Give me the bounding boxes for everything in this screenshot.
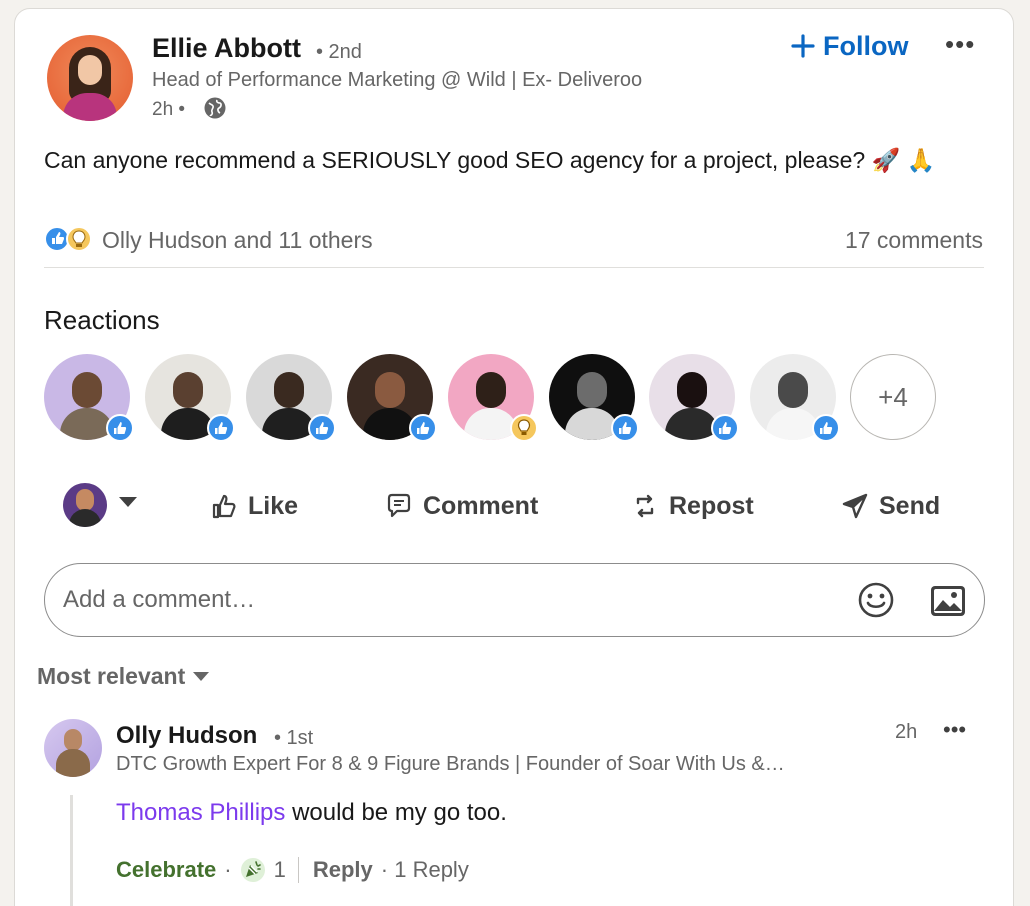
send-icon (842, 493, 868, 519)
actor-avatar[interactable] (63, 483, 107, 527)
reactor-6-avatar[interactable] (549, 354, 639, 442)
reply-button[interactable]: Reply (313, 857, 373, 883)
post-card: Ellie Abbott • 2nd Head of Performance M… (14, 8, 1014, 906)
comment-actions: Celebrate · 1 Reply · 1 Reply (116, 855, 469, 885)
reactions-summary-text[interactable]: Olly Hudson and 11 others (102, 227, 373, 254)
more-reactors-button[interactable]: +4 (850, 354, 936, 440)
like-icon (308, 414, 336, 442)
comment-text: Thomas Phillips would be my go too. (116, 799, 507, 827)
like-icon (409, 414, 437, 442)
follow-button[interactable]: Follow (791, 29, 908, 63)
replies-count[interactable]: · 1 Reply (381, 857, 469, 883)
comment-more-button[interactable]: ••• (943, 717, 966, 743)
reactor-3-avatar[interactable] (246, 354, 336, 442)
reactor-4-avatar[interactable] (347, 354, 437, 442)
plus-icon (791, 34, 815, 58)
celebrate-button[interactable]: Celebrate (116, 857, 216, 883)
follow-label: Follow (823, 30, 909, 61)
comment-time: 2h (895, 721, 918, 743)
repost-button[interactable]: Repost (631, 489, 754, 523)
commenter-headline: DTC Growth Expert For 8 & 9 Figure Brand… (116, 753, 785, 775)
divider (44, 267, 984, 268)
author-headline: Head of Performance Marketing @ Wild | E… (152, 69, 643, 91)
like-icon (711, 414, 739, 442)
insightful-icon (510, 414, 538, 442)
send-button[interactable]: Send (841, 489, 940, 523)
celebrate-count: 1 (273, 857, 286, 882)
comment-icon (387, 493, 411, 518)
post-time: 2h • (152, 99, 186, 120)
like-button[interactable]: Like (210, 489, 298, 523)
reactor-8-avatar[interactable] (750, 354, 840, 442)
comment-input[interactable] (63, 586, 823, 614)
thumbs-up-icon (212, 494, 236, 519)
repost-icon (636, 494, 654, 518)
sort-dropdown[interactable]: Most relevant (37, 663, 210, 690)
like-icon (812, 414, 840, 442)
like-icon (106, 414, 134, 442)
separator-dot: · (224, 857, 232, 882)
emoji-icon[interactable] (857, 581, 895, 619)
chevron-down-icon[interactable] (119, 497, 137, 507)
reactor-1-avatar[interactable] (44, 354, 134, 442)
reactor-7-avatar[interactable] (649, 354, 739, 442)
like-icon (207, 414, 235, 442)
celebrate-icon (240, 858, 265, 882)
like-label: Like (248, 491, 299, 520)
divider (297, 857, 299, 883)
comments-count[interactable]: 17 comments (845, 227, 983, 254)
reactor-2-avatar[interactable] (145, 354, 235, 442)
send-label: Send (879, 491, 941, 520)
commenter-degree: • 1st (274, 727, 314, 749)
sort-label: Most relevant (37, 663, 186, 689)
reactor-5-avatar[interactable] (448, 354, 538, 442)
post-more-button[interactable]: ••• (945, 29, 975, 60)
mention-link[interactable]: Thomas Phillips (116, 799, 285, 826)
author-avatar[interactable] (47, 35, 133, 121)
repost-label: Repost (669, 491, 754, 520)
image-icon[interactable] (929, 584, 967, 618)
thread-line (70, 795, 73, 906)
like-icon (611, 414, 639, 442)
comment-box[interactable] (44, 563, 985, 637)
commenter-name[interactable]: Olly Hudson (116, 722, 257, 750)
commenter-avatar[interactable] (44, 719, 102, 777)
chevron-down-icon (193, 672, 210, 681)
globe-icon (204, 97, 226, 119)
post-text: Can anyone recommend a SERIOUSLY good SE… (44, 147, 936, 173)
comment-label: Comment (423, 491, 539, 520)
comment-body: would be my go too. (285, 799, 507, 826)
reactions-title: Reactions (44, 305, 160, 335)
comment-button[interactable]: Comment (385, 489, 538, 523)
connection-degree: • 2nd (316, 41, 362, 63)
author-name[interactable]: Ellie Abbott (152, 33, 301, 64)
reaction-summary-icons[interactable] (44, 225, 96, 253)
